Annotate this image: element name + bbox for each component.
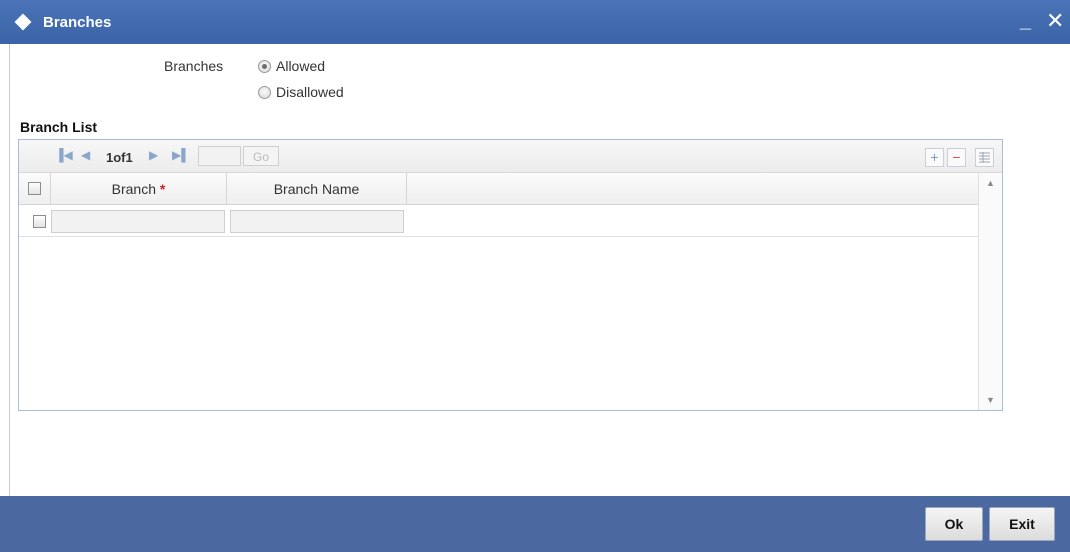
radio-button[interactable] xyxy=(258,59,271,73)
window-title: Branches xyxy=(43,14,112,31)
left-border xyxy=(0,44,10,496)
vertical-scrollbar[interactable]: ▲ ▼ xyxy=(978,173,1002,410)
minimize-button[interactable]: _ xyxy=(1020,11,1031,31)
radio-label: Allowed xyxy=(276,58,326,74)
radio-allowed[interactable]: Allowed xyxy=(258,58,325,74)
first-page-icon[interactable]: ▐◀ xyxy=(55,148,73,162)
select-all-cell xyxy=(19,173,51,205)
diamond-icon xyxy=(14,13,32,31)
last-page-icon[interactable]: ▶▌ xyxy=(172,148,190,162)
column-label: Branch Name xyxy=(273,181,360,197)
branch-name-input[interactable] xyxy=(230,210,404,233)
radio-disallowed[interactable]: Disallowed xyxy=(258,84,344,100)
footer-bar: Ok Exit xyxy=(0,496,1070,552)
close-button[interactable]: ✕ xyxy=(1046,10,1064,32)
radio-button[interactable] xyxy=(258,85,271,99)
branch-list-grid: ▐◀ ◀ 1of1 ▶ ▶▌ Go + − Branch * Branch Na… xyxy=(18,139,1003,411)
radio-label: Disallowed xyxy=(276,84,344,100)
view-details-icon[interactable] xyxy=(975,148,994,167)
branch-list-title: Branch List xyxy=(20,119,98,135)
scroll-down-icon[interactable]: ▼ xyxy=(986,395,995,405)
column-header-branch[interactable]: Branch * xyxy=(51,173,227,205)
branches-label: Branches xyxy=(164,58,224,74)
scroll-up-icon[interactable]: ▲ xyxy=(986,178,995,188)
ok-button[interactable]: Ok xyxy=(925,507,983,541)
delete-row-icon[interactable]: − xyxy=(947,148,966,167)
column-label: Branch xyxy=(111,181,156,197)
page-indicator: 1of1 xyxy=(106,150,133,165)
go-button[interactable]: Go xyxy=(243,146,279,166)
next-page-icon[interactable]: ▶ xyxy=(149,148,158,162)
table-row xyxy=(19,206,978,237)
required-marker: * xyxy=(159,181,166,197)
pager-toolbar: ▐◀ ◀ 1of1 ▶ ▶▌ Go + − xyxy=(19,140,1002,173)
previous-page-icon[interactable]: ◀ xyxy=(81,148,90,162)
row-checkbox[interactable] xyxy=(33,215,46,228)
branch-input[interactable] xyxy=(51,210,225,233)
add-row-icon[interactable]: + xyxy=(925,148,944,167)
title-bar: Branches _ ✕ xyxy=(0,0,1070,44)
exit-button[interactable]: Exit xyxy=(989,507,1055,541)
column-header-branch-name[interactable]: Branch Name xyxy=(227,173,407,205)
select-all-checkbox[interactable] xyxy=(28,182,41,195)
page-number-input[interactable] xyxy=(198,146,241,166)
table-header: Branch * Branch Name xyxy=(19,173,978,205)
